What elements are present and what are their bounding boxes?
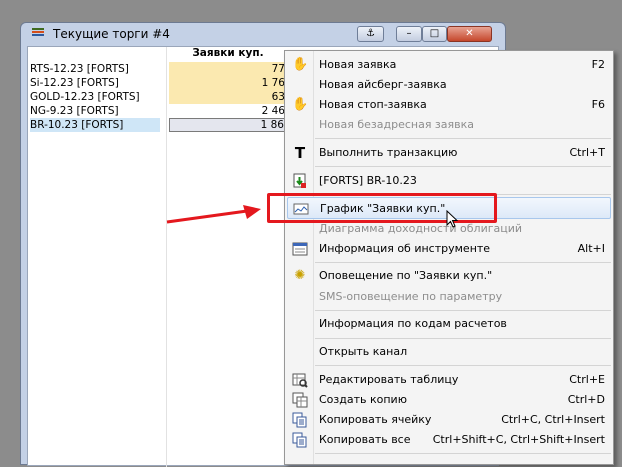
menu-separator: [315, 310, 611, 311]
menu-item-label: [FORTS] BR-10.23: [319, 174, 417, 187]
copy-all-icon: [292, 432, 308, 448]
menu-item-label: Новая айсберг-заявка: [319, 78, 447, 91]
menu-item-shortcut: Ctrl+E: [569, 373, 605, 386]
instrument-name: GOLD-12.23 [FORTS]: [30, 91, 140, 103]
menu-item-label: Информация по кодам расчетов: [319, 317, 507, 330]
anchor-button[interactable]: ⚓: [357, 26, 384, 42]
instrument-name: NG-9.23 [FORTS]: [30, 105, 119, 117]
menu-item-new-addressless: Новая безадресная заявка: [287, 114, 611, 136]
bid-value[interactable]: 1 76: [169, 76, 287, 90]
bid-value[interactable]: 2 46: [169, 104, 287, 118]
menu-item-label: Редактировать таблицу: [319, 373, 459, 386]
maximize-button[interactable]: □: [422, 26, 447, 42]
info-table-icon: [292, 241, 308, 257]
menu-separator: [315, 338, 611, 339]
menu-separator: [315, 262, 611, 263]
menu-separator: [315, 138, 611, 139]
stop-hand-icon: ✋: [292, 97, 309, 112]
context-menu: ✋ Новая заявка F2 Новая айсберг-заявка ✋…: [284, 50, 614, 465]
alert-icon: ✺: [294, 268, 306, 283]
menu-item-shortcut: Ctrl+T: [569, 146, 605, 159]
window-title: Текущие торги #4: [53, 27, 170, 41]
copy-icon: [292, 412, 308, 428]
instrument-name: RTS-12.23 [FORTS]: [30, 63, 129, 75]
menu-item-label: Создать копию: [319, 393, 407, 406]
menu-item-label: Диаграмма доходности облигаций: [319, 222, 523, 235]
menu-item-new-iceberg[interactable]: Новая айсберг-заявка: [287, 74, 611, 96]
bid-value[interactable]: 77: [169, 62, 287, 76]
menu-item-label: Новая заявка: [319, 58, 397, 71]
menu-item-new-stop[interactable]: ✋ Новая стоп-заявка F6: [287, 94, 611, 116]
download-icon: [292, 173, 308, 189]
menu-item-edit-table[interactable]: Редактировать таблицу Ctrl+E: [287, 369, 611, 391]
menu-item-label: Открыть канал: [319, 345, 408, 358]
menu-item-label: Копировать все: [319, 433, 411, 446]
menu-item-alert-bids[interactable]: ✺ Оповещение по "Заявки куп.": [287, 265, 611, 287]
t-icon: T: [294, 144, 306, 162]
mouse-cursor-icon: [446, 210, 459, 228]
bid-value[interactable]: 1 86: [169, 118, 287, 132]
column-header-bids[interactable]: Заявки куп.: [169, 47, 287, 61]
title-bar[interactable]: Текущие торги #4 ⚓ – □ ✕: [21, 23, 505, 45]
menu-item-shortcut: Ctrl+C, Ctrl+Insert: [501, 413, 605, 426]
menu-item-label: Новая стоп-заявка: [319, 98, 427, 111]
menu-item-label: Копировать ячейку: [319, 413, 432, 426]
instrument-name: BR-10.23 [FORTS]: [30, 118, 160, 132]
menu-item-copy-cell[interactable]: Копировать ячейку Ctrl+C, Ctrl+Insert: [287, 409, 611, 431]
menu-item-shortcut: Ctrl+Shift+C, Ctrl+Shift+Insert: [432, 433, 605, 446]
column-divider: [166, 47, 167, 467]
edit-table-icon: [292, 372, 308, 388]
menu-separator: [315, 166, 611, 167]
copy-table-icon: [292, 392, 308, 408]
close-button[interactable]: ✕: [447, 26, 492, 42]
menu-item-shortcut: F6: [591, 98, 605, 111]
menu-item-shortcut: F2: [591, 58, 605, 71]
menu-item-open-channel[interactable]: Открыть канал: [287, 341, 611, 363]
menu-item-new-order[interactable]: ✋ Новая заявка F2: [287, 54, 611, 76]
highlight-annotation-box: [267, 193, 497, 223]
app-table-icon: [32, 28, 44, 40]
menu-item-label: Новая безадресная заявка: [319, 118, 475, 131]
red-arrow-annotation: [166, 205, 261, 224]
instrument-name: Si-12.23 [FORTS]: [30, 77, 119, 89]
menu-item-shortcut: Ctrl+D: [567, 393, 605, 406]
menu-separator: [315, 453, 611, 454]
menu-item-label: Информация об инструменте: [319, 242, 491, 255]
bid-value[interactable]: 63: [169, 90, 287, 104]
menu-separator: [315, 365, 611, 366]
menu-item-copy-all[interactable]: Копировать все Ctrl+Shift+C, Ctrl+Shift+…: [287, 429, 611, 451]
menu-item-label: Оповещение по "Заявки куп.": [319, 269, 493, 282]
menu-item-sms-alert: SMS-оповещение по параметру: [287, 286, 611, 308]
menu-item-execute-transaction[interactable]: T Выполнить транзакцию Ctrl+T: [287, 142, 611, 164]
minimize-button[interactable]: –: [396, 26, 422, 42]
menu-item-instrument-br[interactable]: [FORTS] BR-10.23: [287, 170, 611, 192]
menu-item-shortcut: Alt+I: [577, 242, 605, 255]
menu-item-label: SMS-оповещение по параметру: [319, 290, 503, 303]
menu-item-label: Выполнить транзакцию: [319, 146, 458, 159]
menu-item-create-copy[interactable]: Создать копию Ctrl+D: [287, 389, 611, 411]
hand-icon: ✋: [292, 57, 309, 72]
menu-item-settlement-info[interactable]: Информация по кодам расчетов: [287, 313, 611, 335]
menu-item-instrument-info[interactable]: Информация об инструменте Alt+I: [287, 238, 611, 260]
